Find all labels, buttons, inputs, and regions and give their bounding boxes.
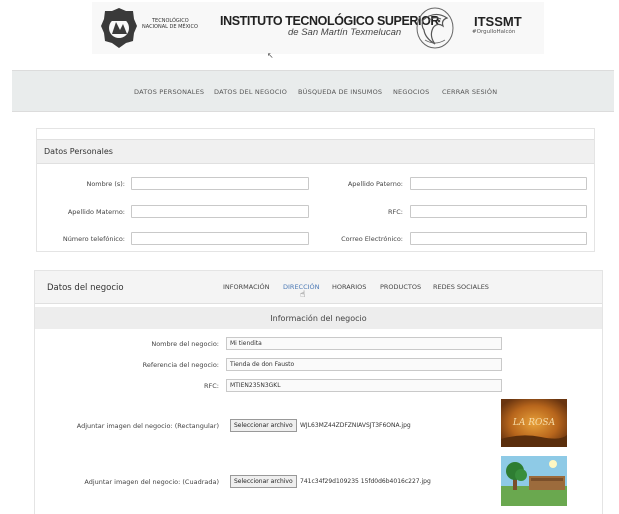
personal-data-title: Datos Personales bbox=[44, 147, 113, 156]
nombre-input[interactable] bbox=[131, 177, 309, 190]
upload-square-label: Adjuntar imagen del negocio: (Cuadrada) bbox=[84, 478, 219, 486]
tab-informacion[interactable]: INFORMACIÓN bbox=[223, 283, 270, 291]
upload-rect-label: Adjuntar imagen del negocio: (Rectangula… bbox=[76, 422, 219, 430]
telefono-label: Número telefónico: bbox=[62, 235, 125, 243]
falcon-logo-icon bbox=[416, 7, 454, 49]
tab-horarios[interactable]: HORARIOS bbox=[332, 283, 366, 291]
personal-data-header: Datos Personales bbox=[37, 139, 594, 164]
main-nav: DATOS PERSONALES DATOS DEL NEGOCIO BÚSQU… bbox=[12, 70, 614, 112]
apellido-materno-label: Apellido Materno: bbox=[67, 208, 125, 216]
nav-cerrar-sesion[interactable]: CERRAR SESIÓN bbox=[442, 88, 497, 96]
tab-redes-sociales[interactable]: REDES SOCIALES bbox=[433, 283, 489, 291]
preview-square-image bbox=[501, 456, 567, 506]
itssmt-acronym: ITSSMT bbox=[474, 14, 522, 29]
business-data-panel: Datos del negocio INFORMACIÓN DIRECCIÓN … bbox=[34, 270, 603, 514]
apellido-materno-input[interactable] bbox=[131, 205, 309, 218]
institute-title: INSTITUTO TECNOLÓGICO SUPERIOR bbox=[220, 14, 440, 28]
rfc-negocio-input[interactable]: MTIEN235N3GKL bbox=[226, 379, 502, 392]
preview-rect-graphic: LA ROSA bbox=[501, 399, 567, 447]
nombre-label: Nombre (s): bbox=[86, 180, 125, 188]
personal-data-panel: Datos Personales Nombre (s): Apellido Pa… bbox=[36, 128, 595, 252]
upload-rect-button[interactable]: Seleccionar archivo bbox=[230, 419, 297, 432]
nav-datos-negocio[interactable]: DATOS DEL NEGOCIO bbox=[214, 88, 287, 96]
section-title-bar: Información del negocio bbox=[35, 307, 602, 329]
rfc-personal-input[interactable] bbox=[410, 205, 587, 218]
referencia-negocio-label: Referencia del negocio: bbox=[142, 361, 219, 369]
business-data-header: Datos del negocio INFORMACIÓN DIRECCIÓN … bbox=[35, 271, 602, 304]
apellido-paterno-input[interactable] bbox=[410, 177, 587, 190]
hand-cursor-icon: ☝ bbox=[300, 290, 306, 300]
apellido-paterno-label: Apellido Paterno: bbox=[347, 180, 403, 188]
rfc-negocio-label: RFC: bbox=[204, 382, 219, 390]
upload-square-filename: 741c34f29d109235 15fd0d6b4016c227.jpg bbox=[300, 478, 431, 485]
preview-rect-image: LA ROSA bbox=[501, 399, 567, 447]
nombre-negocio-input[interactable]: Mi tiendita bbox=[226, 337, 502, 350]
orgullo-hashtag: #OrgulloHalcón bbox=[472, 29, 516, 35]
upload-rect-filename: WJL63MZ44ZDFZNIAVSJT3F6ONA.jpg bbox=[300, 422, 411, 429]
business-data-title: Datos del negocio bbox=[47, 283, 124, 293]
referencia-negocio-input[interactable]: Tienda de don Fausto bbox=[226, 358, 502, 371]
upload-square-button[interactable]: Seleccionar archivo bbox=[230, 475, 297, 488]
preview-square-graphic bbox=[501, 456, 567, 506]
nav-negocios[interactable]: NEGOCIOS bbox=[393, 88, 429, 96]
nav-datos-personales[interactable]: DATOS PERSONALES bbox=[134, 88, 204, 96]
tecnm-logo-text: TECNOLÓGICO NACIONAL DE MÉXICO bbox=[142, 18, 198, 30]
rfc-personal-label: RFC: bbox=[388, 208, 403, 216]
mouse-cursor-icon: ↖ bbox=[267, 51, 274, 60]
preview-rect-text: LA ROSA bbox=[512, 418, 556, 428]
tab-productos[interactable]: PRODUCTOS bbox=[380, 283, 421, 291]
section-title: Información del negocio bbox=[270, 314, 367, 323]
tecnm-logo-icon bbox=[101, 8, 137, 48]
telefono-input[interactable] bbox=[131, 232, 309, 245]
correo-input[interactable] bbox=[410, 232, 587, 245]
nombre-negocio-label: Nombre del negocio: bbox=[151, 340, 219, 348]
institute-subtitle: de San Martín Texmelucan bbox=[288, 27, 402, 38]
site-header: TECNOLÓGICO NACIONAL DE MÉXICO INSTITUTO… bbox=[92, 2, 544, 54]
nav-busqueda-insumos[interactable]: BÚSQUEDA DE INSUMOS bbox=[298, 88, 382, 96]
correo-label: Correo Electrónico: bbox=[341, 235, 403, 243]
